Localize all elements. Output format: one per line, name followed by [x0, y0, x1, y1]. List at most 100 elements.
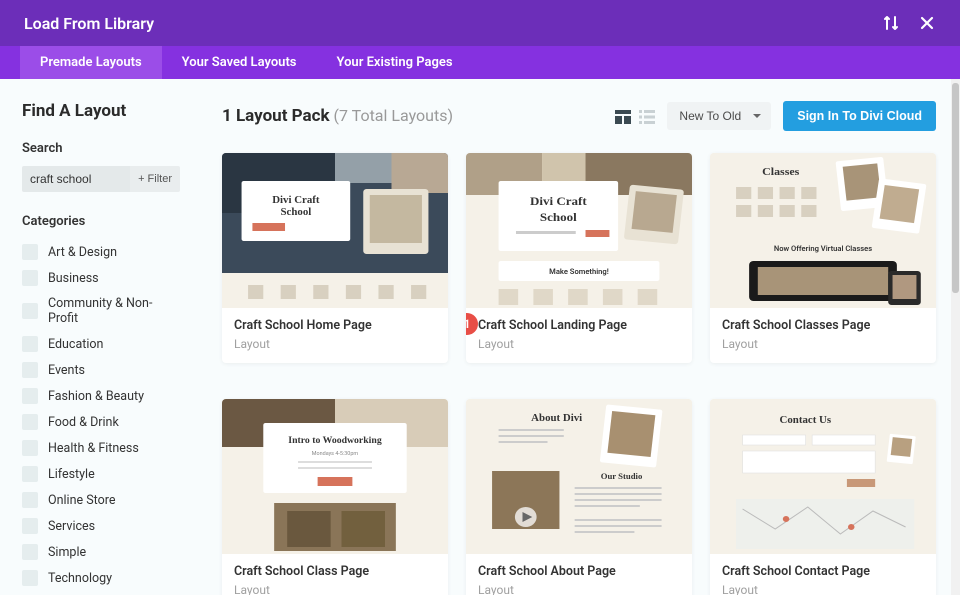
svg-text:Contact Us: Contact Us [780, 415, 832, 426]
svg-text:Divi Craft: Divi Craft [530, 194, 588, 207]
tab-existing-pages[interactable]: Your Existing Pages [317, 46, 473, 79]
category-education[interactable]: Education [22, 331, 180, 357]
layout-grid: Divi Craft School C [222, 153, 936, 595]
layout-thumbnail: Divi Craft School [222, 153, 448, 308]
checkbox-icon [22, 336, 38, 352]
search-input[interactable] [22, 166, 130, 192]
sort-select[interactable]: New To Old [667, 102, 771, 130]
card-subtitle: Layout [478, 583, 680, 595]
card-title: Craft School Class Page [234, 564, 436, 579]
pack-count: (7 Total Layouts) [334, 106, 453, 125]
categories-list: Art & Design Business Community & Non-Pr… [22, 239, 180, 591]
main-panel: 1 Layout Pack (7 Total Layouts) New To O… [200, 79, 960, 595]
tab-saved-layouts[interactable]: Your Saved Layouts [162, 46, 317, 79]
card-title: Craft School Contact Page [722, 564, 924, 579]
card-title: Craft School Home Page [234, 318, 436, 333]
category-food-drink[interactable]: Food & Drink [22, 409, 180, 435]
checkbox-icon [22, 466, 38, 482]
svg-text:Now Offering Virtual Classes: Now Offering Virtual Classes [774, 244, 873, 253]
svg-text:School: School [540, 210, 577, 223]
header-actions [882, 14, 936, 32]
card-subtitle: Layout [234, 583, 436, 595]
category-services[interactable]: Services [22, 513, 180, 539]
svg-text:Our Studio: Our Studio [601, 472, 643, 481]
signin-button[interactable]: Sign In To Divi Cloud [783, 101, 936, 131]
card-body: Craft School Class Page Layout [222, 554, 448, 595]
card-subtitle: Layout [234, 337, 436, 351]
checkbox-icon [22, 544, 38, 560]
card-body: Craft School Classes Page Layout [710, 308, 936, 363]
main-header: 1 Layout Pack (7 Total Layouts) New To O… [222, 101, 936, 131]
card-title: Craft School Landing Page [478, 318, 680, 333]
card-body: Craft School About Page Layout [466, 554, 692, 595]
search-row: + Filter [22, 166, 180, 192]
scrollbar-thumb[interactable] [952, 83, 959, 293]
sort-arrows-icon[interactable] [882, 14, 900, 32]
card-title: Craft School About Page [478, 564, 680, 579]
svg-text:About Divi: About Divi [531, 413, 582, 424]
category-health-fitness[interactable]: Health & Fitness [22, 435, 180, 461]
checkbox-icon [22, 303, 38, 319]
svg-text:Make Something!: Make Something! [549, 267, 609, 276]
category-technology[interactable]: Technology [22, 565, 180, 591]
svg-text:Divi Craft: Divi Craft [272, 195, 320, 206]
layout-card[interactable]: Contact Us Craft School Contact [710, 399, 936, 595]
sidebar: Find A Layout Search + Filter Categories… [0, 79, 200, 595]
content: Find A Layout Search + Filter Categories… [0, 79, 960, 595]
layout-thumbnail: Divi Craft School Make Something! [466, 153, 692, 308]
filter-button[interactable]: + Filter [130, 166, 180, 192]
svg-text:Classes: Classes [762, 166, 800, 177]
search-label: Search [22, 141, 180, 156]
layout-card[interactable]: Intro to Woodworking Mondays 4-5:30pm Cr… [222, 399, 448, 595]
checkbox-icon [22, 570, 38, 586]
category-fashion-beauty[interactable]: Fashion & Beauty [22, 383, 180, 409]
modal-header: Load From Library [0, 0, 960, 46]
tabs: Premade Layouts Your Saved Layouts Your … [0, 46, 960, 79]
layout-card[interactable]: Divi Craft School C [222, 153, 448, 363]
card-subtitle: Layout [722, 337, 924, 351]
category-business[interactable]: Business [22, 265, 180, 291]
card-body: Craft School Landing Page Layout [466, 308, 692, 363]
svg-text:Intro to Woodworking: Intro to Woodworking [288, 436, 382, 446]
checkbox-icon [22, 244, 38, 260]
pack-heading: 1 Layout Pack (7 Total Layouts) [222, 106, 453, 126]
category-events[interactable]: Events [22, 357, 180, 383]
layout-thumbnail: About Divi Our Studio [466, 399, 692, 554]
category-lifestyle[interactable]: Lifestyle [22, 461, 180, 487]
category-online-store[interactable]: Online Store [22, 487, 180, 513]
sort-select-wrap: New To Old [667, 102, 771, 130]
svg-text:Mondays 4-5:30pm: Mondays 4-5:30pm [312, 451, 359, 457]
layout-thumbnail: Intro to Woodworking Mondays 4-5:30pm [222, 399, 448, 554]
layout-card[interactable]: 1 Divi Craft School [466, 153, 692, 363]
tab-premade-layouts[interactable]: Premade Layouts [20, 46, 162, 79]
view-toggle [615, 109, 655, 123]
checkbox-icon [22, 440, 38, 456]
controls: New To Old Sign In To Divi Cloud [615, 101, 936, 131]
list-view-icon[interactable] [639, 109, 655, 123]
checkbox-icon [22, 414, 38, 430]
layout-card[interactable]: About Divi Our Studio [466, 399, 692, 595]
card-subtitle: Layout [722, 583, 924, 595]
checkbox-icon [22, 518, 38, 534]
close-icon[interactable] [918, 14, 936, 32]
checkbox-icon [22, 388, 38, 404]
checkbox-icon [22, 492, 38, 508]
categories-label: Categories [22, 214, 180, 229]
scrollbar[interactable] [951, 79, 960, 595]
svg-text:School: School [280, 207, 311, 218]
pack-title: 1 Layout Pack [222, 106, 330, 126]
card-subtitle: Layout [478, 337, 680, 351]
layout-card[interactable]: Classes Now Offering Virtual Cla [710, 153, 936, 363]
category-community[interactable]: Community & Non-Profit [22, 291, 180, 331]
category-art-design[interactable]: Art & Design [22, 239, 180, 265]
category-simple[interactable]: Simple [22, 539, 180, 565]
sidebar-heading: Find A Layout [22, 101, 180, 121]
card-body: Craft School Home Page Layout [222, 308, 448, 363]
checkbox-icon [22, 270, 38, 286]
card-body: Craft School Contact Page Layout [710, 554, 936, 595]
layout-thumbnail: Contact Us [710, 399, 936, 554]
modal-title: Load From Library [24, 14, 154, 33]
grid-view-icon[interactable] [615, 109, 631, 123]
layout-thumbnail: Classes Now Offering Virtual Cla [710, 153, 936, 308]
checkbox-icon [22, 362, 38, 378]
